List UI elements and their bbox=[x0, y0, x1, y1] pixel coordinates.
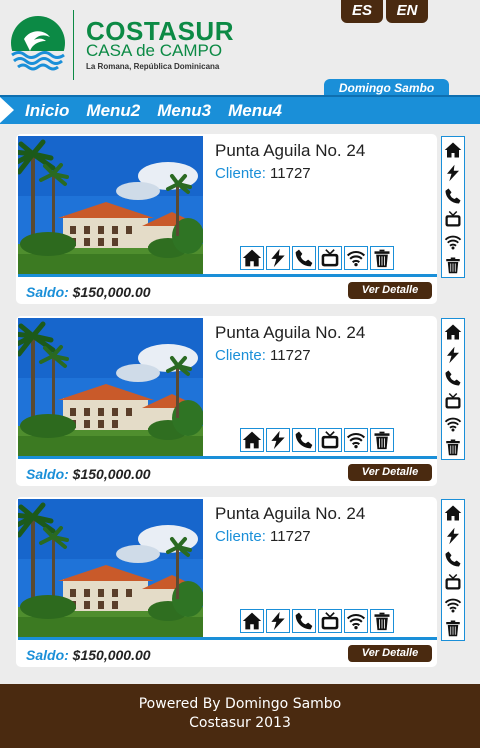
footer: Powered By Domingo Sambo Costasur 2013 bbox=[0, 684, 480, 748]
tv-icon[interactable] bbox=[318, 428, 342, 452]
phone-icon[interactable] bbox=[292, 609, 316, 633]
tv-icon[interactable] bbox=[318, 246, 342, 270]
wifi-icon[interactable] bbox=[443, 232, 463, 252]
wifi-icon[interactable] bbox=[344, 428, 368, 452]
client-label: Cliente: bbox=[215, 347, 266, 364]
home-icon[interactable] bbox=[443, 503, 463, 523]
menu-item-menu3[interactable]: Menu3 bbox=[157, 100, 211, 122]
service-icons bbox=[240, 246, 396, 270]
trash-icon[interactable] bbox=[443, 437, 463, 457]
phone-icon[interactable] bbox=[443, 549, 463, 569]
property-photo bbox=[18, 318, 203, 458]
electricity-icon[interactable] bbox=[266, 428, 290, 452]
language-es-button[interactable]: ES bbox=[341, 0, 383, 23]
client-id: 11727 bbox=[270, 165, 311, 182]
home-icon[interactable] bbox=[443, 322, 463, 342]
client-info: Cliente: 11727 bbox=[215, 346, 311, 366]
tv-icon[interactable] bbox=[443, 572, 463, 592]
electricity-icon[interactable] bbox=[443, 163, 463, 183]
client-label: Cliente: bbox=[215, 528, 266, 545]
electricity-icon[interactable] bbox=[443, 345, 463, 365]
client-id: 11727 bbox=[270, 347, 311, 364]
property-card: Punta Aguila No. 24 Cliente: 11727 Saldo… bbox=[16, 316, 437, 486]
side-service-icons bbox=[441, 136, 465, 278]
property-card: Punta Aguila No. 24 Cliente: 11727 Saldo… bbox=[16, 134, 437, 304]
trash-icon[interactable] bbox=[370, 246, 394, 270]
home-icon[interactable] bbox=[240, 609, 264, 633]
client-id: 11727 bbox=[270, 528, 311, 545]
trash-icon[interactable] bbox=[370, 428, 394, 452]
balance: Saldo: $150,000.00 bbox=[26, 465, 151, 483]
costasur-logo-icon bbox=[11, 16, 65, 71]
side-service-icons bbox=[441, 318, 465, 460]
property-photo bbox=[18, 136, 203, 276]
tv-icon[interactable] bbox=[443, 391, 463, 411]
wifi-icon[interactable] bbox=[344, 246, 368, 270]
main-menu: Inicio Menu2 Menu3 Menu4 bbox=[0, 95, 480, 124]
balance-label: Saldo: bbox=[26, 284, 69, 300]
trash-icon[interactable] bbox=[370, 609, 394, 633]
home-icon[interactable] bbox=[443, 140, 463, 160]
card-divider bbox=[18, 274, 437, 277]
card-divider bbox=[18, 456, 437, 459]
service-icons bbox=[240, 428, 396, 452]
phone-icon[interactable] bbox=[443, 368, 463, 388]
balance-value: $150,000.00 bbox=[72, 647, 151, 663]
side-service-icons bbox=[441, 499, 465, 641]
menu-arrow-icon bbox=[0, 97, 14, 123]
property-photo bbox=[18, 499, 203, 639]
wifi-icon[interactable] bbox=[443, 595, 463, 615]
property-card: Punta Aguila No. 24 Cliente: 11727 Saldo… bbox=[16, 497, 437, 667]
card-divider bbox=[18, 637, 437, 640]
balance: Saldo: $150,000.00 bbox=[26, 646, 151, 664]
client-info: Cliente: 11727 bbox=[215, 527, 311, 547]
balance-label: Saldo: bbox=[26, 466, 69, 482]
electricity-icon[interactable] bbox=[266, 609, 290, 633]
tv-icon[interactable] bbox=[318, 609, 342, 633]
language-en-button[interactable]: EN bbox=[386, 0, 428, 23]
logo-divider bbox=[73, 10, 74, 80]
wifi-icon[interactable] bbox=[443, 414, 463, 434]
view-detail-button[interactable]: Ver Detalle bbox=[348, 464, 432, 481]
header: COSTASUR CASA de CAMPO La Romana, Repúbl… bbox=[0, 0, 480, 97]
wifi-icon[interactable] bbox=[344, 609, 368, 633]
home-icon[interactable] bbox=[240, 246, 264, 270]
balance: Saldo: $150,000.00 bbox=[26, 283, 151, 301]
client-info: Cliente: 11727 bbox=[215, 164, 311, 184]
phone-icon[interactable] bbox=[443, 186, 463, 206]
view-detail-button[interactable]: Ver Detalle bbox=[348, 645, 432, 662]
home-icon[interactable] bbox=[240, 428, 264, 452]
brand-location: La Romana, República Dominicana bbox=[86, 62, 220, 71]
electricity-icon[interactable] bbox=[443, 526, 463, 546]
electricity-icon[interactable] bbox=[266, 246, 290, 270]
balance-value: $150,000.00 bbox=[72, 284, 151, 300]
trash-icon[interactable] bbox=[443, 255, 463, 275]
balance-value: $150,000.00 bbox=[72, 466, 151, 482]
menu-item-menu2[interactable]: Menu2 bbox=[86, 100, 140, 122]
phone-icon[interactable] bbox=[292, 246, 316, 270]
view-detail-button[interactable]: Ver Detalle bbox=[348, 282, 432, 299]
brand-subtitle: CASA de CAMPO bbox=[86, 41, 223, 60]
footer-copyright: Costasur 2013 bbox=[189, 715, 291, 731]
trash-icon[interactable] bbox=[443, 618, 463, 638]
footer-powered-by: Powered By Domingo Sambo bbox=[138, 696, 342, 712]
service-icons bbox=[240, 609, 396, 633]
client-label: Cliente: bbox=[215, 165, 266, 182]
phone-icon[interactable] bbox=[292, 428, 316, 452]
property-title: Punta Aguila No. 24 bbox=[215, 141, 366, 160]
menu-item-inicio[interactable]: Inicio bbox=[25, 100, 69, 122]
property-title: Punta Aguila No. 24 bbox=[215, 504, 366, 523]
balance-label: Saldo: bbox=[26, 647, 69, 663]
property-title: Punta Aguila No. 24 bbox=[215, 323, 366, 342]
menu-item-menu4[interactable]: Menu4 bbox=[228, 100, 282, 122]
tv-icon[interactable] bbox=[443, 209, 463, 229]
